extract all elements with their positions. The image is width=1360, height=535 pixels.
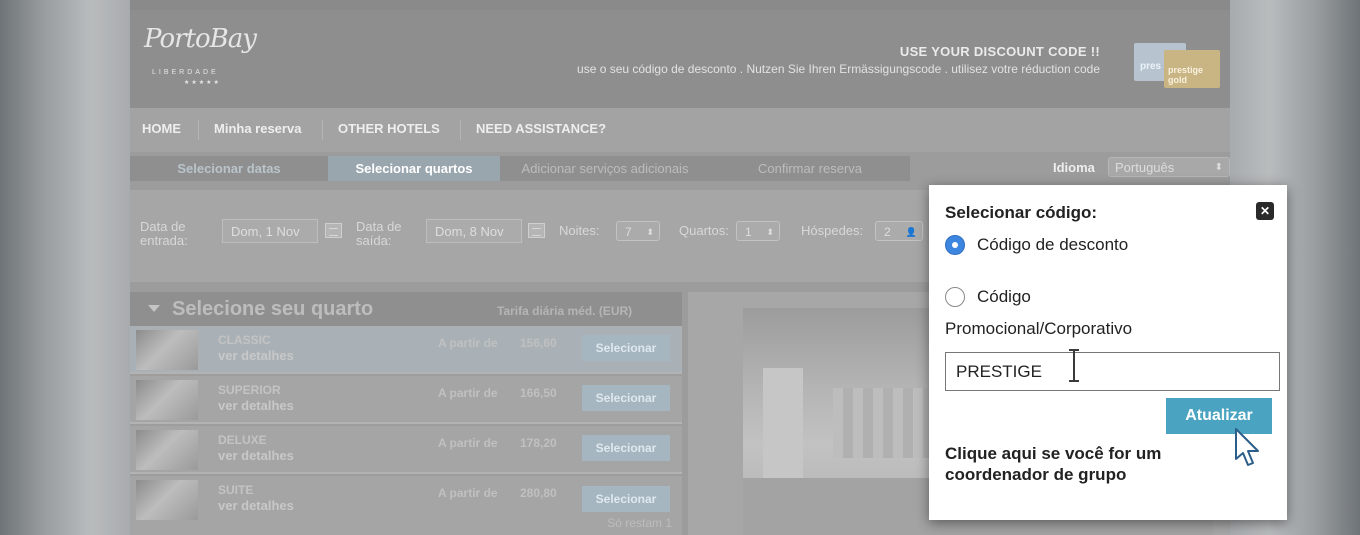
logo-subtext: LIBERDADE: [152, 69, 219, 76]
nav-other-hotels[interactable]: OTHER HOTELS: [338, 121, 440, 136]
nights-label: Noites:: [559, 223, 600, 238]
step-additional-services: Adicionar serviços adicionais: [521, 161, 689, 176]
room-row: SUITE ver detalhes A partir de 280,80 Se…: [130, 476, 682, 535]
site-header: PortoBay LIBERDADE ★★★★★ USE YOUR DISCOU…: [130, 10, 1230, 108]
guests-value: 2: [884, 225, 891, 239]
language-select[interactable]: Português ⬍: [1108, 157, 1230, 177]
select-arrows-icon: ⬍: [646, 227, 654, 237]
room-price: 156,60: [520, 336, 557, 350]
discount-code-input[interactable]: [945, 352, 1280, 391]
room-thumbnail[interactable]: [136, 430, 198, 470]
promo-code-option-label[interactable]: Código: [977, 287, 1031, 307]
text-cursor-icon: [1068, 347, 1080, 383]
discount-banner[interactable]: USE YOUR DISCOUNT CODE !! use o seu códi…: [577, 44, 1100, 76]
nav-need-assistance[interactable]: NEED ASSISTANCE?: [476, 121, 606, 136]
hotel-logo[interactable]: PortoBay LIBERDADE ★★★★★: [144, 24, 264, 86]
room-price: 178,20: [520, 436, 557, 450]
price-from-label: A partir de: [438, 336, 498, 350]
checkin-label: Data de entrada:: [140, 219, 188, 248]
guests-select[interactable]: 2 👤: [875, 221, 923, 241]
group-coordinator-link[interactable]: Clique aqui se você for um coordenador d…: [945, 443, 1235, 485]
room-thumbnail[interactable]: [136, 330, 198, 370]
price-from-label: A partir de: [438, 386, 498, 400]
rooms-label: Quartos:: [679, 223, 729, 238]
background-left: [0, 0, 130, 535]
price-from-label: A partir de: [438, 486, 498, 500]
average-rate-label: Tarifa diária méd. (EUR): [497, 304, 633, 318]
room-thumbnail[interactable]: [136, 380, 198, 420]
nav-divider: [198, 120, 199, 140]
checkin-date-field[interactable]: Dom, 1 Nov: [222, 219, 318, 243]
promo-code-option-label-2: Promocional/Corporativo: [945, 319, 1133, 338]
prestige-card-gold: prestige gold: [1164, 50, 1220, 88]
room-row: CLASSIC ver detalhes A partir de 156,60 …: [130, 326, 682, 374]
room-selection-panel: Selecione seu quarto Tarifa diária méd. …: [130, 292, 682, 535]
discount-code-option-label[interactable]: Código de desconto: [977, 235, 1128, 255]
room-row: DELUXE ver detalhes A partir de 178,20 S…: [130, 426, 682, 474]
select-room-button[interactable]: Selecionar: [582, 385, 670, 411]
step-select-rooms: Selecionar quartos: [328, 156, 500, 181]
room-details-link[interactable]: ver detalhes: [218, 348, 294, 363]
room-price: 166,50: [520, 386, 557, 400]
nights-value: 7: [625, 225, 632, 239]
main-nav: HOME Minha reserva OTHER HOTELS NEED ASS…: [130, 108, 1230, 152]
mouse-pointer-icon: [1235, 428, 1259, 466]
step-confirm-booking: Confirmar reserva: [757, 161, 863, 176]
price-from-label: A partir de: [438, 436, 498, 450]
person-icon: 👤: [905, 227, 917, 237]
booking-steps: Selecionar datas Selecionar quartos Adic…: [130, 156, 910, 181]
discount-code-popup: Selecionar código: ✕ Código de desconto …: [929, 185, 1287, 520]
room-thumbnail[interactable]: [136, 480, 198, 520]
language-value: Português: [1115, 160, 1175, 175]
select-room-button[interactable]: Selecionar: [582, 335, 670, 361]
room-panel-title: Selecione seu quarto: [172, 298, 374, 320]
promo-code-radio[interactable]: [945, 287, 965, 307]
room-name: DELUXE: [218, 433, 267, 447]
close-icon[interactable]: ✕: [1256, 202, 1274, 220]
guests-label: Hóspedes:: [801, 223, 864, 238]
logo-stars: ★★★★★: [184, 80, 221, 86]
room-panel-header[interactable]: Selecione seu quarto Tarifa diária méd. …: [130, 292, 682, 326]
step-select-dates[interactable]: Selecionar datas: [130, 156, 328, 181]
language-label: Idioma: [1053, 160, 1095, 175]
room-details-link[interactable]: ver detalhes: [218, 398, 294, 413]
checkout-label: Data de saída:: [356, 219, 402, 248]
room-name: SUPERIOR: [218, 383, 281, 397]
popup-title: Selecionar código:: [945, 203, 1098, 222]
nav-minha-reserva[interactable]: Minha reserva: [214, 121, 301, 136]
select-arrows-icon: ⬍: [1214, 162, 1223, 173]
room-name: SUITE: [218, 483, 254, 497]
checkout-date-field[interactable]: Dom, 8 Nov: [426, 219, 522, 243]
rooms-select[interactable]: 1 ⬍: [736, 221, 780, 241]
room-name: CLASSIC: [218, 333, 271, 347]
room-details-link[interactable]: ver detalhes: [218, 498, 294, 513]
chevron-down-icon: [148, 305, 160, 312]
availability-note: Só restam 1: [607, 516, 672, 530]
nav-home[interactable]: HOME: [142, 121, 181, 136]
calendar-icon[interactable]: [325, 223, 342, 238]
logo-text: PortoBay: [144, 24, 257, 54]
calendar-icon[interactable]: [528, 223, 545, 238]
nights-select[interactable]: 7 ⬍: [616, 221, 660, 241]
select-room-button[interactable]: Selecionar: [582, 435, 670, 461]
discount-subtitle: use o seu código de desconto . Nutzen Si…: [577, 62, 1100, 76]
discount-title: USE YOUR DISCOUNT CODE !!: [899, 44, 1100, 59]
room-price: 280,80: [520, 486, 557, 500]
rooms-value: 1: [745, 225, 752, 239]
prestige-card-image: pres prestige gold: [1134, 43, 1220, 89]
select-arrows-icon: ⬍: [766, 227, 774, 237]
select-room-button[interactable]: Selecionar: [582, 486, 670, 512]
room-details-link[interactable]: ver detalhes: [218, 448, 294, 463]
discount-code-radio[interactable]: [945, 235, 965, 255]
nav-divider: [460, 120, 461, 140]
nav-divider: [322, 120, 323, 140]
room-row: SUPERIOR ver detalhes A partir de 166,50…: [130, 376, 682, 424]
